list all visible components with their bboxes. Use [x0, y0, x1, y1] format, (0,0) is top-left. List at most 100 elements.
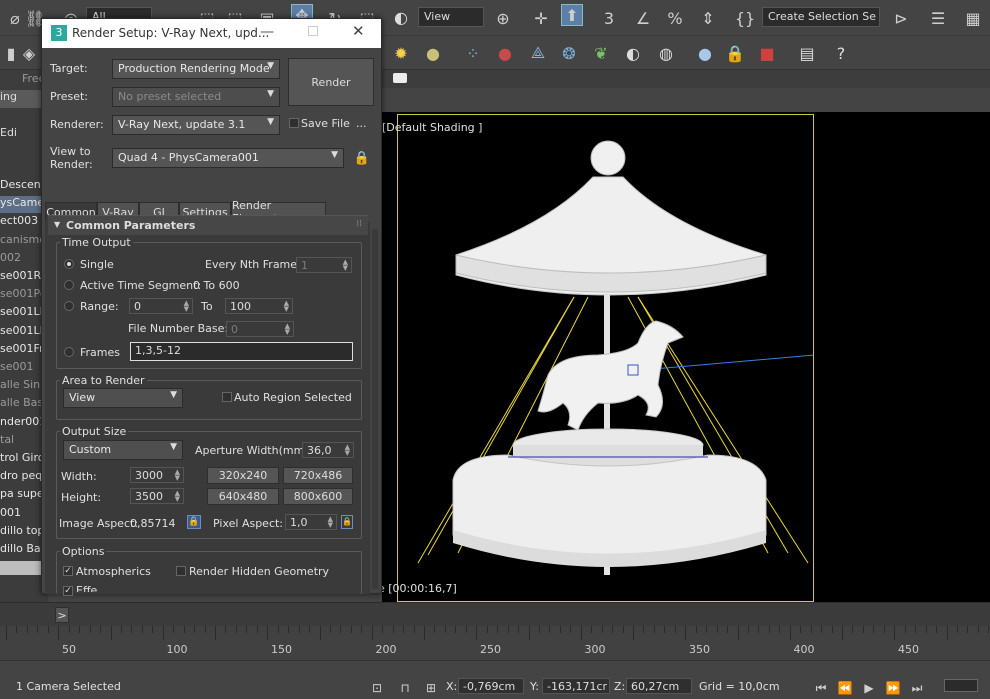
pixel-aspect-label: Pixel Aspect:: [213, 517, 284, 530]
pivot-point-icon[interactable]: ⊕: [492, 7, 514, 29]
range-radio[interactable]: [64, 301, 74, 311]
frames-field[interactable]: 1,3,5-12: [130, 342, 353, 361]
viewport-config-icon[interactable]: [393, 73, 407, 83]
preset-dropdown[interactable]: No preset selected ▼: [112, 87, 280, 107]
area-to-render-dropdown[interactable]: View ▼: [63, 388, 183, 408]
rollout-header[interactable]: ▼ Common Parameters ⁞⁞: [48, 215, 368, 235]
render-hidden-geometry-checkbox[interactable]: [176, 566, 186, 576]
viewport-label[interactable]: [Default Shading ]: [382, 121, 482, 134]
previous-frame-icon[interactable]: ⏪: [834, 677, 856, 699]
view-to-render-dropdown[interactable]: Quad 4 - PhysCamera001 ▼: [112, 148, 344, 168]
vray-sphere-icon[interactable]: ❂: [558, 42, 580, 64]
render-button[interactable]: Render: [288, 58, 374, 106]
timeline-tick: [549, 626, 551, 633]
current-frame-field[interactable]: [944, 679, 978, 692]
play-icon[interactable]: ▶: [858, 677, 880, 699]
save-file-checkbox[interactable]: [289, 118, 299, 128]
scene-explorer-icon[interactable]: ▦: [962, 7, 984, 29]
minimize-icon[interactable]: —: [260, 24, 274, 40]
save-file-browse-button[interactable]: ...: [356, 117, 367, 130]
z-coordinate-field[interactable]: 60,27cm: [626, 678, 692, 694]
pixel-aspect-field[interactable]: 1,0 ▲ ▼: [285, 514, 337, 530]
preset-320x240-button[interactable]: 320x240: [207, 467, 279, 484]
maximize-icon[interactable]: [308, 26, 318, 36]
close-icon[interactable]: ✕: [352, 22, 365, 40]
go-to-start-icon[interactable]: ⏮: [810, 677, 832, 699]
timeline-tick: [977, 626, 979, 633]
placement-icon[interactable]: ◐: [390, 6, 412, 28]
timeline-tick: [570, 626, 572, 633]
decal-icon[interactable]: ◍: [655, 42, 677, 64]
renderer-dropdown[interactable]: V-Ray Next, update 3.1 ▼: [112, 115, 280, 135]
range-from-field[interactable]: 0 ▲ ▼: [129, 298, 193, 314]
vray-grass-icon[interactable]: ❦: [590, 42, 612, 64]
lock-view-icon[interactable]: 🔒: [351, 147, 373, 169]
preset-800x600-button[interactable]: 800x600: [283, 488, 353, 505]
single-radio[interactable]: [64, 259, 74, 269]
range-to-field[interactable]: 100 ▲ ▼: [225, 298, 293, 314]
vray-plane-icon[interactable]: ⟁: [527, 42, 549, 64]
next-frame-icon[interactable]: ⏩: [882, 677, 904, 699]
edit-named-selection-icon[interactable]: {}: [734, 7, 756, 29]
named-selection-sets-dropdown[interactable]: Create Selection Se: [762, 7, 880, 27]
x-coordinate-field[interactable]: -0,769cm: [458, 678, 524, 694]
next-frame-button[interactable]: >: [55, 607, 69, 623]
every-nth-field[interactable]: 1 ▲ ▼: [296, 257, 352, 273]
lock-material-icon[interactable]: 🔒: [724, 42, 746, 64]
time-slider[interactable]: >: [0, 602, 990, 626]
align-icon[interactable]: ☰: [927, 7, 949, 29]
spinner-snap-icon[interactable]: ⇕: [697, 7, 719, 29]
auto-region-checkbox[interactable]: [222, 392, 232, 402]
dialog-title: Render Setup: V-Ray Next, upd...: [72, 26, 270, 40]
keyboard-shortcut-override-icon[interactable]: ⬆: [561, 4, 583, 26]
reference-coordinate-dropdown[interactable]: View: [418, 7, 484, 27]
help-icon[interactable]: ?: [830, 42, 852, 64]
go-to-end-icon[interactable]: ⏭: [906, 677, 928, 699]
graphite-icon[interactable]: ◈: [18, 42, 40, 64]
image-aspect-value: 0,85714: [130, 517, 176, 530]
hf-icon[interactable]: ◐: [622, 42, 644, 64]
dialog-title-bar[interactable]: 3 Render Setup: V-Ray Next, upd... — ✕: [42, 19, 381, 48]
effects-checkbox[interactable]: ✓: [63, 586, 73, 596]
timeline-tick: [120, 626, 122, 633]
selection-lock-icon[interactable]: ⊡: [366, 677, 388, 699]
snaps-toggle-icon[interactable]: 3: [598, 7, 620, 29]
dome-light-icon[interactable]: ●: [422, 42, 444, 64]
angle-snap-icon[interactable]: ∠: [632, 7, 654, 29]
timeline-tick: [68, 626, 70, 633]
frames-radio[interactable]: [64, 347, 74, 357]
lock-pixel-aspect-icon[interactable]: 🔒: [341, 515, 353, 529]
sun-light-icon[interactable]: ✹: [390, 42, 412, 64]
timeline-tick: [789, 626, 791, 640]
output-size-preset-dropdown[interactable]: Custom ▼: [63, 440, 183, 460]
y-coordinate-field[interactable]: -163,171cr: [542, 678, 610, 694]
vfb-icon[interactable]: ■: [756, 42, 778, 64]
material-sphere-icon[interactable]: ●: [694, 42, 716, 64]
active-segment-radio[interactable]: [64, 280, 74, 290]
timeline-tick: [131, 626, 133, 633]
preset-640x480-button[interactable]: 640x480: [207, 488, 279, 505]
file-number-base-field[interactable]: 0 ▲ ▼: [226, 321, 294, 337]
lock-aspect-icon[interactable]: 🔒: [187, 515, 201, 529]
camera-viewport[interactable]: [397, 114, 814, 602]
timeline-ruler[interactable]: 50 100 150 200 250 300 350 400 450: [0, 626, 990, 660]
timeline-tick: [215, 626, 216, 640]
select-and-manipulate-icon[interactable]: ✛: [530, 7, 552, 29]
preset-720x486-button[interactable]: 720x486: [283, 467, 353, 484]
atmospherics-checkbox[interactable]: ✓: [63, 566, 73, 576]
file-icon[interactable]: ▤: [796, 42, 818, 64]
lock-icon[interactable]: ⊓: [394, 677, 416, 699]
height-field[interactable]: 3500 ▲ ▼: [130, 488, 184, 504]
target-dropdown[interactable]: Production Rendering Mode ▼: [112, 59, 280, 79]
width-field[interactable]: 3000 ▲ ▼: [130, 467, 184, 483]
vray-proxy-icon[interactable]: ⁘: [462, 42, 484, 64]
link-icon[interactable]: ⌀: [4, 7, 26, 29]
absolute-mode-icon[interactable]: ⊞: [420, 677, 442, 699]
mirror-icon[interactable]: ⊳: [890, 7, 912, 29]
panel-scrollbar[interactable]: [372, 229, 378, 589]
aperture-width-field[interactable]: 36,0 ▲ ▼: [302, 442, 354, 458]
timeline-tick: [612, 626, 614, 633]
percent-snap-icon[interactable]: %: [664, 7, 686, 29]
timeline-tick: [664, 626, 666, 633]
vray-fur-icon[interactable]: ●: [494, 42, 516, 64]
